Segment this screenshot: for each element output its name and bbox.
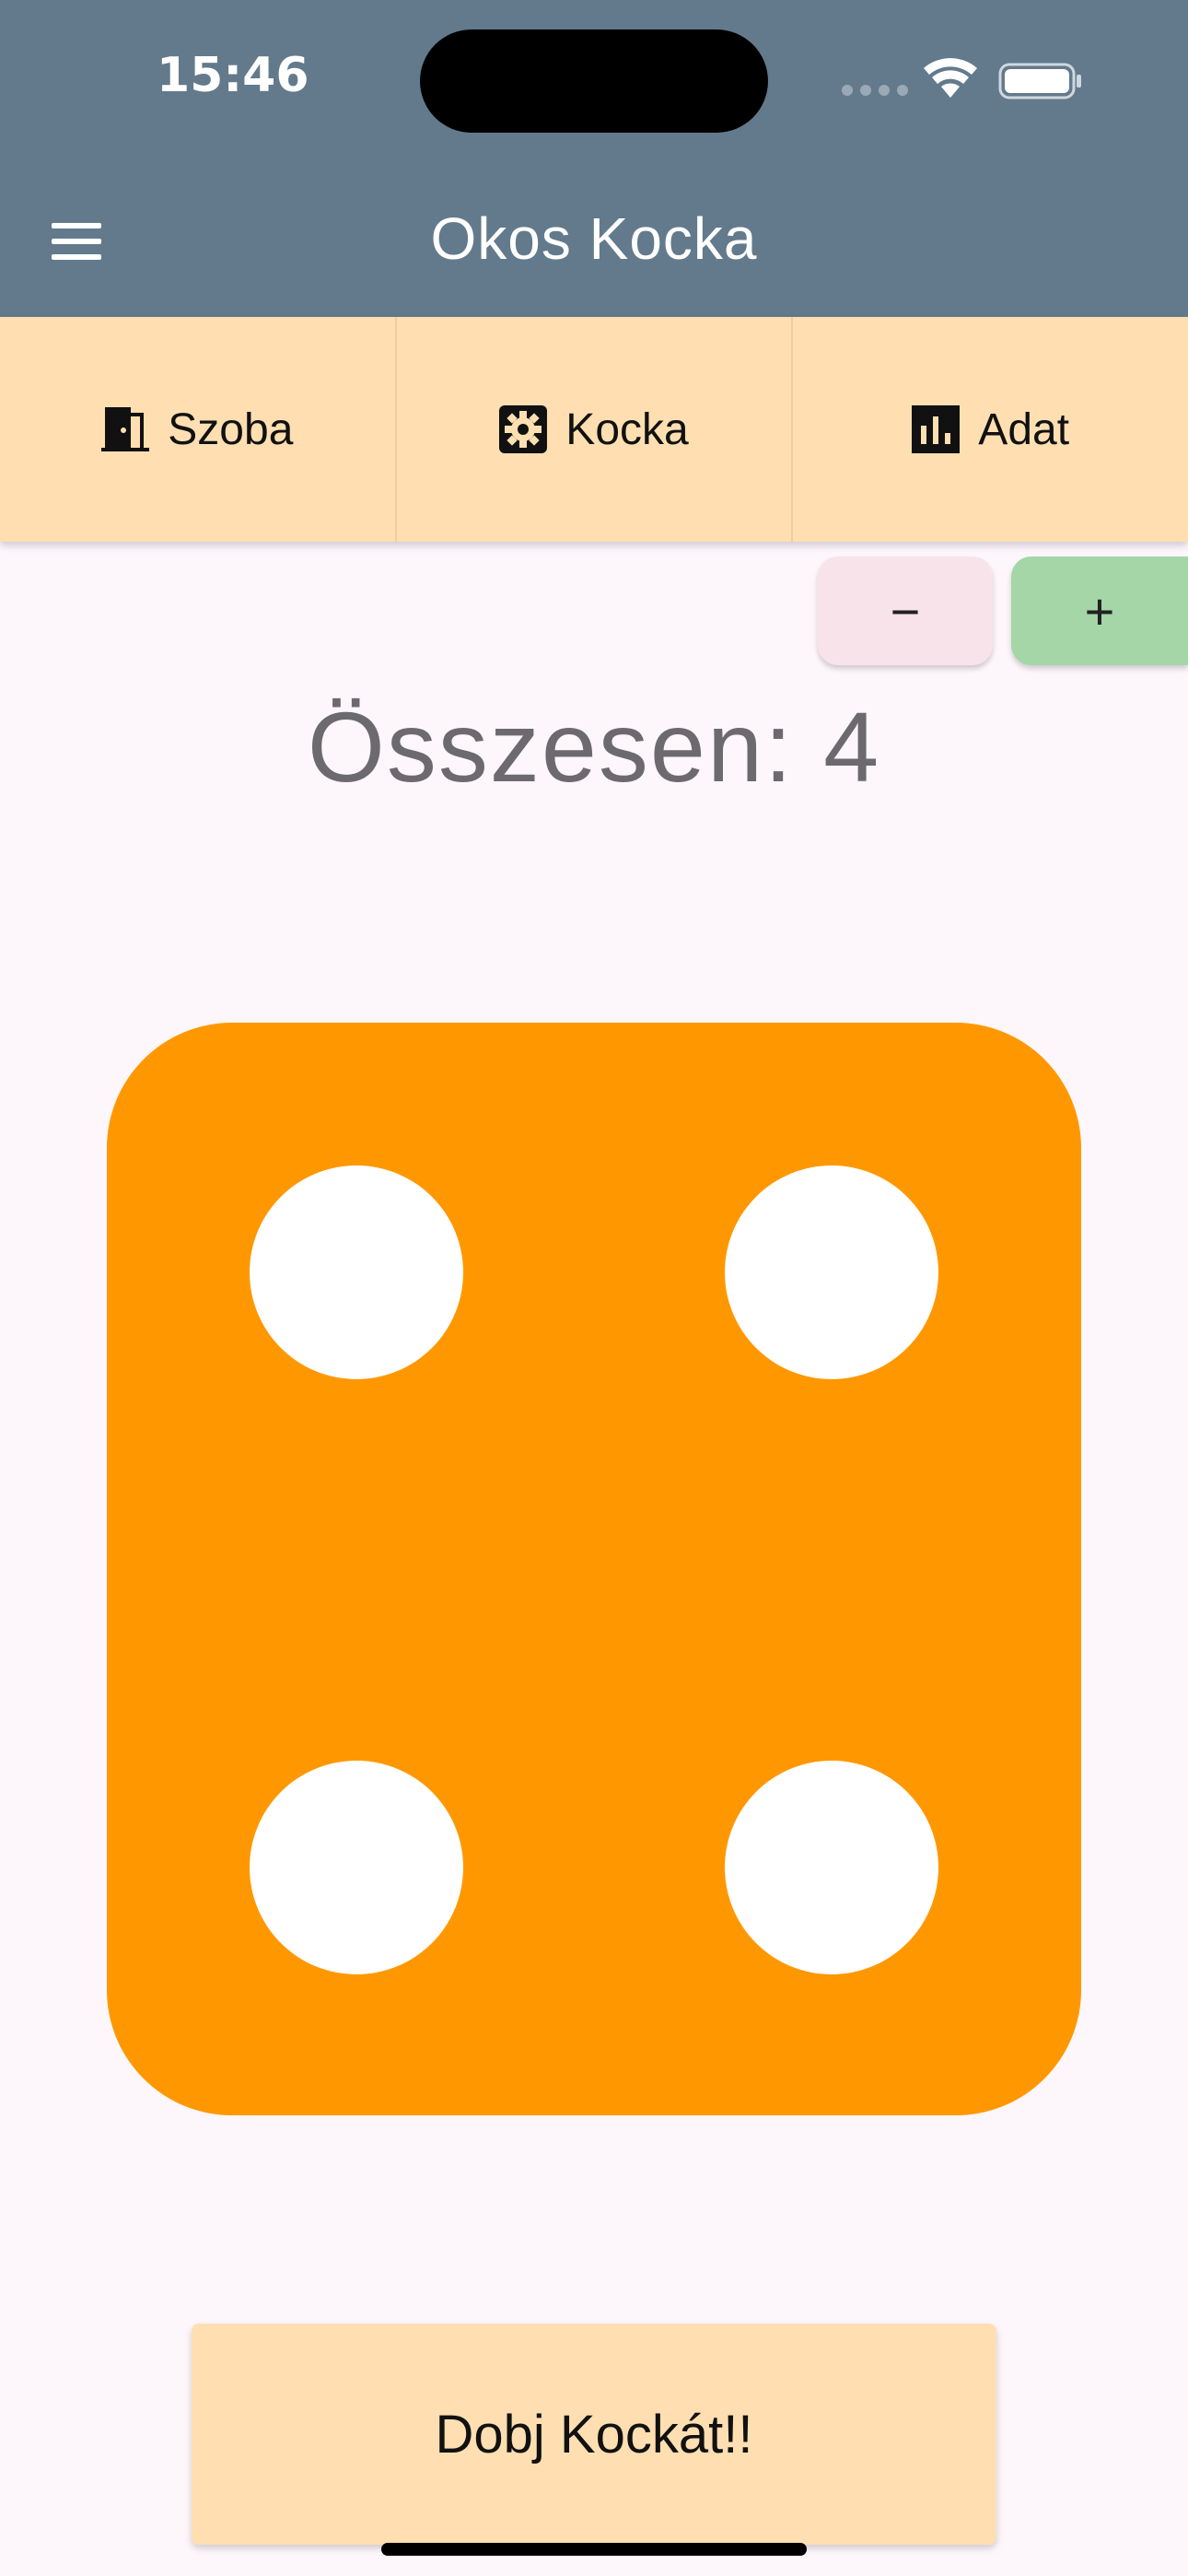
roll-dice-button[interactable]: Dobj Kockát!! [192, 2324, 996, 2545]
tab-adat[interactable]: Adat [793, 317, 1188, 542]
die-pip [725, 1165, 938, 1379]
die-pip [250, 1165, 463, 1379]
die-pip [725, 1761, 938, 1974]
page-title: Okos Kocka [430, 205, 758, 272]
dynamic-island [420, 29, 768, 133]
tab-szoba[interactable]: Szoba [0, 317, 397, 542]
cellular-signal-icon [842, 85, 908, 96]
tab-label: Kocka [565, 404, 689, 454]
tab-bar: Szoba Kocka Adat [0, 317, 1188, 542]
die-face[interactable] [107, 1023, 1081, 2115]
wifi-icon [924, 58, 977, 98]
bar-chart-icon [912, 405, 961, 453]
increase-button[interactable]: + [1011, 556, 1188, 665]
total-label: Összesen: 4 [307, 691, 881, 802]
decrease-button[interactable]: − [818, 556, 993, 665]
tab-kocka[interactable]: Kocka [397, 317, 794, 542]
gear-icon [499, 405, 548, 453]
tab-label: Szoba [168, 404, 294, 454]
app-bar: 15:46 Okos Kocka [0, 0, 1188, 317]
die-pip [250, 1761, 463, 1974]
home-indicator[interactable] [381, 2543, 807, 2556]
battery-icon [998, 63, 1081, 100]
status-time: 15:46 [157, 48, 309, 103]
door-icon [101, 407, 150, 451]
tab-label: Adat [978, 404, 1070, 454]
